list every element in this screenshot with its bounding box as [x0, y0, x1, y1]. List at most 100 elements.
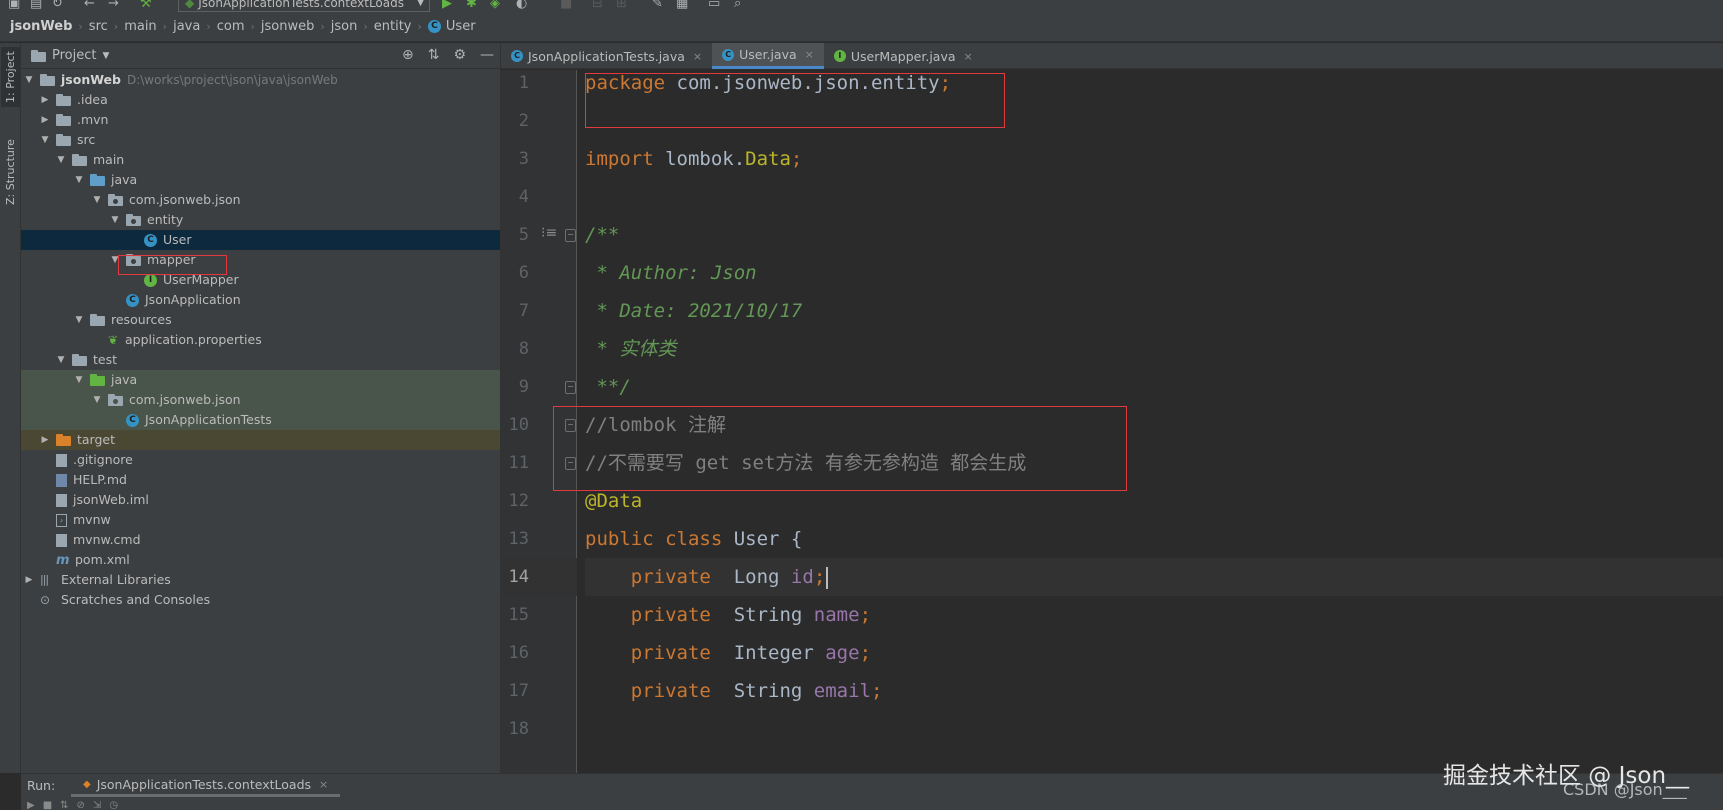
tree-node-gitignore[interactable]: ▶ .gitignore — [21, 450, 500, 470]
tree-node-jsonweb[interactable]: ▼ jsonWeb D:\works\project\json\java\jso… — [21, 70, 500, 90]
back-icon[interactable]: ← — [84, 0, 95, 12]
expand-icon[interactable]: ⇲ — [93, 800, 109, 810]
run-tab[interactable]: ◆ JsonApplicationTests.contextLoads × — [71, 773, 341, 797]
run-icon[interactable]: ▶ — [442, 0, 452, 12]
save-icon[interactable]: ▣ — [8, 0, 20, 12]
fold-icon[interactable]: − — [565, 229, 576, 242]
expand-arrow-icon[interactable]: ▼ — [91, 390, 103, 410]
tree-node-usermapper[interactable]: ▶I UserMapper — [21, 270, 500, 290]
tree-node-help-md[interactable]: ▶ HELP.md — [21, 470, 500, 490]
collapse-arrow-icon[interactable]: ▶ — [39, 430, 51, 450]
breadcrumb-item-current[interactable]: C User — [427, 19, 476, 34]
attach-icon[interactable]: ⊟ — [592, 0, 603, 12]
tree-node-mvnw-cmd[interactable]: ▶ mvnw.cmd — [21, 530, 500, 550]
code-area[interactable]: package com.jsonweb.json.entity; import … — [553, 70, 1723, 773]
save-all-icon[interactable]: ▤ — [30, 0, 42, 12]
breadcrumb-item[interactable]: main — [124, 19, 156, 34]
fold-icon[interactable]: − — [565, 381, 576, 394]
expand-arrow-icon[interactable]: ▼ — [55, 150, 67, 170]
tree-node-mapper[interactable]: ▼ mapper — [21, 250, 500, 270]
stop-run-icon[interactable]: ■ — [43, 800, 60, 810]
tree-node-resources[interactable]: ▼ resources — [21, 310, 500, 330]
tree-node-main[interactable]: ▼ main — [21, 150, 500, 170]
tree-node-test-package[interactable]: ▼ com.jsonweb.json — [21, 390, 500, 410]
tab-usermapper[interactable]: I UserMapper.java × — [824, 43, 983, 69]
tree-node-jsonapplicationtests[interactable]: ▶C JsonApplicationTests — [21, 410, 500, 430]
tree-node-src[interactable]: ▼ src — [21, 130, 500, 150]
breadcrumb-item[interactable]: json — [331, 19, 358, 34]
code-editor[interactable]: 1 2 3 4 5 ⁝≡ − 6 7 8 9− 10− 11− 12 13 14 1… — [501, 70, 1723, 773]
forward-icon[interactable]: → — [108, 0, 119, 12]
profile-icon[interactable]: ◐ — [516, 0, 527, 12]
rerun-icon[interactable]: ▶ — [27, 800, 43, 810]
project-tool-tab[interactable]: 1: Project — [1, 47, 20, 107]
fold-icon[interactable]: − — [565, 419, 576, 432]
expand-arrow-icon[interactable]: ▼ — [73, 310, 85, 330]
tree-node-user[interactable]: ▶C User — [21, 230, 500, 250]
sync-icon[interactable]: ↻ — [52, 0, 63, 12]
rendered-doc-toggle-icon[interactable]: ⁝≡ — [541, 225, 557, 241]
tree-node-entity[interactable]: ▼ entity — [21, 210, 500, 230]
close-icon[interactable]: × — [805, 48, 814, 61]
stop-icon[interactable]: ■ — [560, 0, 572, 12]
settings-icon[interactable]: ✎ — [652, 0, 663, 12]
expand-arrow-icon[interactable]: ▼ — [55, 350, 67, 370]
build-icon[interactable]: ⚒ — [140, 0, 152, 12]
close-icon[interactable]: × — [964, 50, 973, 63]
close-icon[interactable]: × — [319, 773, 328, 796]
tree-node-package[interactable]: ▼ com.jsonweb.json — [21, 190, 500, 210]
coverage-icon[interactable]: ◈ — [490, 0, 500, 12]
tab-jsonapplicationtests[interactable]: C JsonApplicationTests.java × — [501, 43, 712, 69]
hide-icon[interactable]: — — [480, 47, 494, 63]
tree-node-mvnw[interactable]: ▶› mvnw — [21, 510, 500, 530]
collapse-all-icon[interactable]: ⇅ — [428, 47, 440, 63]
expand-arrow-icon[interactable]: ▼ — [73, 170, 85, 190]
expand-arrow-icon[interactable]: ▼ — [91, 190, 103, 210]
run-configuration-select[interactable]: ◆ JsonApplicationTests.contextLoads ▼ — [178, 0, 430, 12]
fold-icon[interactable]: − — [565, 457, 576, 470]
history-icon[interactable]: ◷ — [109, 800, 126, 810]
chevron-down-icon[interactable]: ▼ — [102, 51, 109, 61]
collapse-arrow-icon[interactable]: ▶ — [23, 570, 35, 590]
tree-node-java-sources[interactable]: ▼ java — [21, 170, 500, 190]
type-name: String — [710, 604, 814, 626]
breadcrumb-item[interactable]: java — [173, 19, 200, 34]
structure-tool-tab[interactable]: Z: Structure — [1, 129, 20, 215]
close-icon[interactable]: × — [693, 50, 702, 63]
filter-icon[interactable]: ⊘ — [77, 800, 93, 810]
debug-icon[interactable]: ✱ — [466, 0, 477, 12]
tree-node-pom[interactable]: ▶m pom.xml — [21, 550, 500, 570]
tree-node-external-libraries[interactable]: ▶ ||| External Libraries — [21, 570, 500, 590]
editor-gutter[interactable]: 1 2 3 4 5 ⁝≡ − 6 7 8 9− 10− 11− 12 13 14 1… — [501, 70, 577, 773]
tree-node-jsonapplication[interactable]: ▶C JsonApplication — [21, 290, 500, 310]
tree-node-java-tests[interactable]: ▼ java — [21, 370, 500, 390]
project-view-label[interactable]: Project — [52, 48, 96, 63]
expand-arrow-icon[interactable]: ▼ — [109, 250, 121, 270]
locate-icon[interactable]: ⊕ — [402, 47, 414, 63]
tree-node-scratches[interactable]: ▶⊙ Scratches and Consoles — [21, 590, 500, 610]
sort-icon[interactable]: ⇅ — [60, 800, 76, 810]
breadcrumb-item[interactable]: jsonweb — [261, 19, 314, 34]
expand-arrow-icon[interactable]: ▼ — [73, 370, 85, 390]
expand-arrow-icon[interactable]: ▼ — [23, 70, 35, 90]
collapse-arrow-icon[interactable]: ▶ — [39, 90, 51, 110]
tree-node-mvn[interactable]: ▶ .mvn — [21, 110, 500, 130]
tree-node-target[interactable]: ▶ target — [21, 430, 500, 450]
collapse-arrow-icon[interactable]: ▶ — [39, 110, 51, 130]
breadcrumb-item[interactable]: com — [217, 19, 245, 34]
tree-node-iml[interactable]: ▶ jsonWeb.iml — [21, 490, 500, 510]
structure-icon[interactable]: ▦ — [676, 0, 688, 12]
breadcrumb-item[interactable]: jsonWeb — [10, 19, 72, 34]
update-icon[interactable]: ⊞ — [616, 0, 627, 12]
breadcrumb-item[interactable]: src — [89, 19, 108, 34]
tab-user[interactable]: C User.java × — [712, 43, 824, 69]
tree-node-test[interactable]: ▼ test — [21, 350, 500, 370]
tree-node-idea[interactable]: ▶ .idea — [21, 90, 500, 110]
gear-icon[interactable]: ⚙ — [453, 47, 466, 63]
expand-arrow-icon[interactable]: ▼ — [39, 130, 51, 150]
window-icon[interactable]: ▭ — [708, 0, 720, 12]
expand-arrow-icon[interactable]: ▼ — [109, 210, 121, 230]
tree-node-application-properties[interactable]: ▶❦ application.properties — [21, 330, 500, 350]
breadcrumb-item[interactable]: entity — [374, 19, 412, 34]
search-icon[interactable]: ⌕ — [734, 0, 741, 12]
